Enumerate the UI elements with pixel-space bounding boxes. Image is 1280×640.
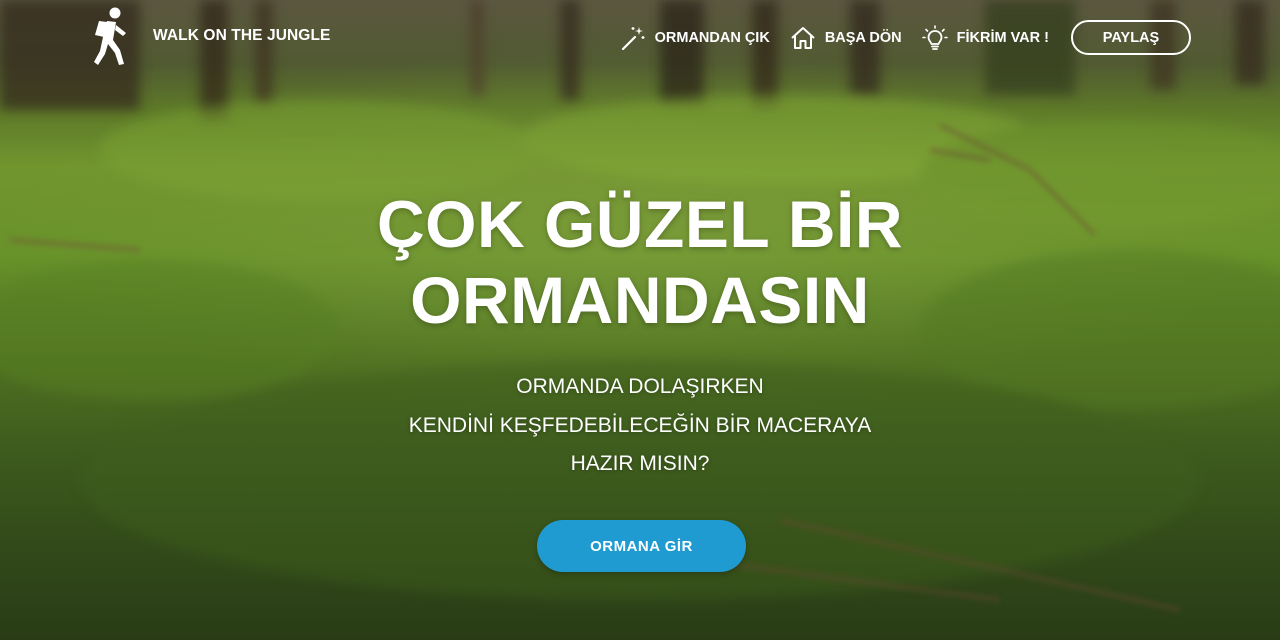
lightbulb-icon — [921, 24, 948, 50]
nav-item-label: ORMANDAN ÇIK — [654, 29, 770, 46]
nav-item-label: BAŞA DÖN — [824, 29, 902, 46]
enter-forest-button[interactable]: ORMANA GİR — [537, 520, 746, 572]
nav-menu: ORMANDAN ÇIK BAŞA DÖN FİKRİM VAR ! PAYLA… — [600, 20, 1191, 55]
top-navbar: WALK ON THE JUNGLE ORMANDAN ÇIK BAŞA DÖN — [0, 0, 1280, 72]
home-icon — [791, 26, 815, 49]
nav-item-label: FİKRİM VAR ! — [956, 29, 1049, 46]
nav-item-fikrim-var[interactable]: FİKRİM VAR ! — [921, 21, 1049, 54]
hero-section: WALK ON THE JUNGLE ORMANDAN ÇIK BAŞA DÖN — [0, 0, 1280, 640]
hiker-icon — [94, 7, 126, 65]
subtitle-line: ORMANDA DOLAŞIRKEN — [516, 375, 764, 398]
hero-subtitle: ORMANDA DOLAŞIRKEN KENDİNİ KEŞFEDEBİLECE… — [290, 368, 990, 484]
subtitle-line: HAZIR MISIN? — [570, 452, 710, 475]
brand-name: WALK ON THE JUNGLE — [153, 27, 331, 44]
nav-item-ormandan-cik[interactable]: ORMANDAN ÇIK — [620, 21, 770, 54]
hero-headline: ÇOK GÜZEL BİR ORMANDASIN — [377, 187, 903, 337]
brand-logo-link[interactable]: WALK ON THE JUNGLE — [86, 4, 330, 68]
nav-item-basa-don[interactable]: BAŞA DÖN — [790, 21, 902, 54]
magic-wand-icon — [621, 26, 645, 50]
subtitle-line: KENDİNİ KEŞFEDEBİLECEĞİN BİR MACERAYA — [408, 413, 872, 437]
share-button[interactable]: PAYLAŞ — [1071, 20, 1191, 55]
